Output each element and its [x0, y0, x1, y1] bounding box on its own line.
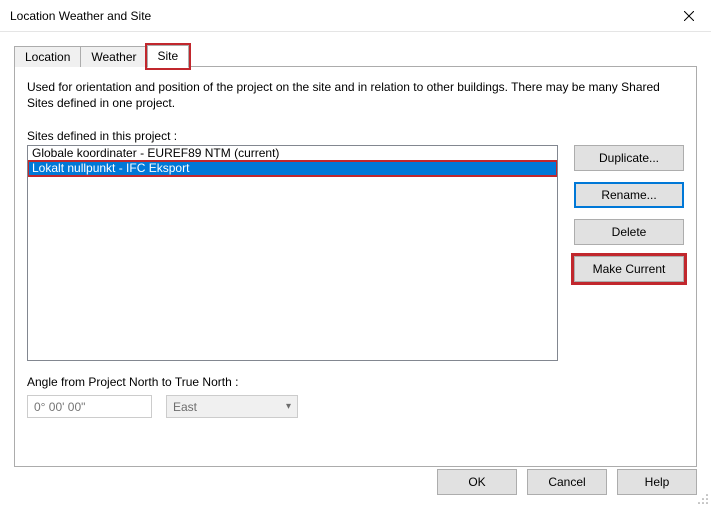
- sites-layout: Globale koordinater - EUREF89 NTM (curre…: [27, 145, 684, 361]
- list-item[interactable]: Globale koordinater - EUREF89 NTM (curre…: [28, 146, 557, 161]
- tab-location[interactable]: Location: [14, 46, 81, 67]
- intro-text: Used for orientation and position of the…: [27, 79, 684, 111]
- site-buttons-column: Duplicate... Rename... Delete Make Curre…: [574, 145, 684, 361]
- tab-pane-site: Used for orientation and position of the…: [14, 67, 697, 467]
- angle-label: Angle from Project North to True North :: [27, 375, 684, 389]
- close-button[interactable]: [666, 0, 711, 32]
- window-title: Location Weather and Site: [10, 9, 151, 23]
- list-item[interactable]: Lokalt nullpunkt - IFC Eksport: [28, 161, 557, 176]
- tabs-row: Location Weather Site: [14, 44, 697, 67]
- resize-grip[interactable]: [697, 493, 709, 505]
- rename-button[interactable]: Rename...: [574, 182, 684, 208]
- delete-button[interactable]: Delete: [574, 219, 684, 245]
- dialog-content: Location Weather Site Used for orientati…: [0, 32, 711, 467]
- sites-listbox[interactable]: Globale koordinater - EUREF89 NTM (curre…: [27, 145, 558, 361]
- sites-list-label: Sites defined in this project :: [27, 129, 684, 143]
- titlebar: Location Weather and Site: [0, 0, 711, 32]
- help-button[interactable]: Help: [617, 469, 697, 495]
- close-icon: [684, 11, 694, 21]
- direction-value: East: [173, 400, 197, 414]
- angle-row: East ▾: [27, 395, 684, 418]
- dialog-footer: OK Cancel Help: [437, 469, 697, 495]
- tab-weather[interactable]: Weather: [80, 46, 147, 67]
- angle-input: [27, 395, 152, 418]
- ok-button[interactable]: OK: [437, 469, 517, 495]
- duplicate-button[interactable]: Duplicate...: [574, 145, 684, 171]
- angle-section: Angle from Project North to True North :…: [27, 375, 684, 418]
- direction-select: East ▾: [166, 395, 298, 418]
- cancel-button[interactable]: Cancel: [527, 469, 607, 495]
- tab-site[interactable]: Site: [147, 45, 190, 68]
- make-current-button[interactable]: Make Current: [574, 256, 684, 282]
- chevron-down-icon: ▾: [286, 401, 291, 412]
